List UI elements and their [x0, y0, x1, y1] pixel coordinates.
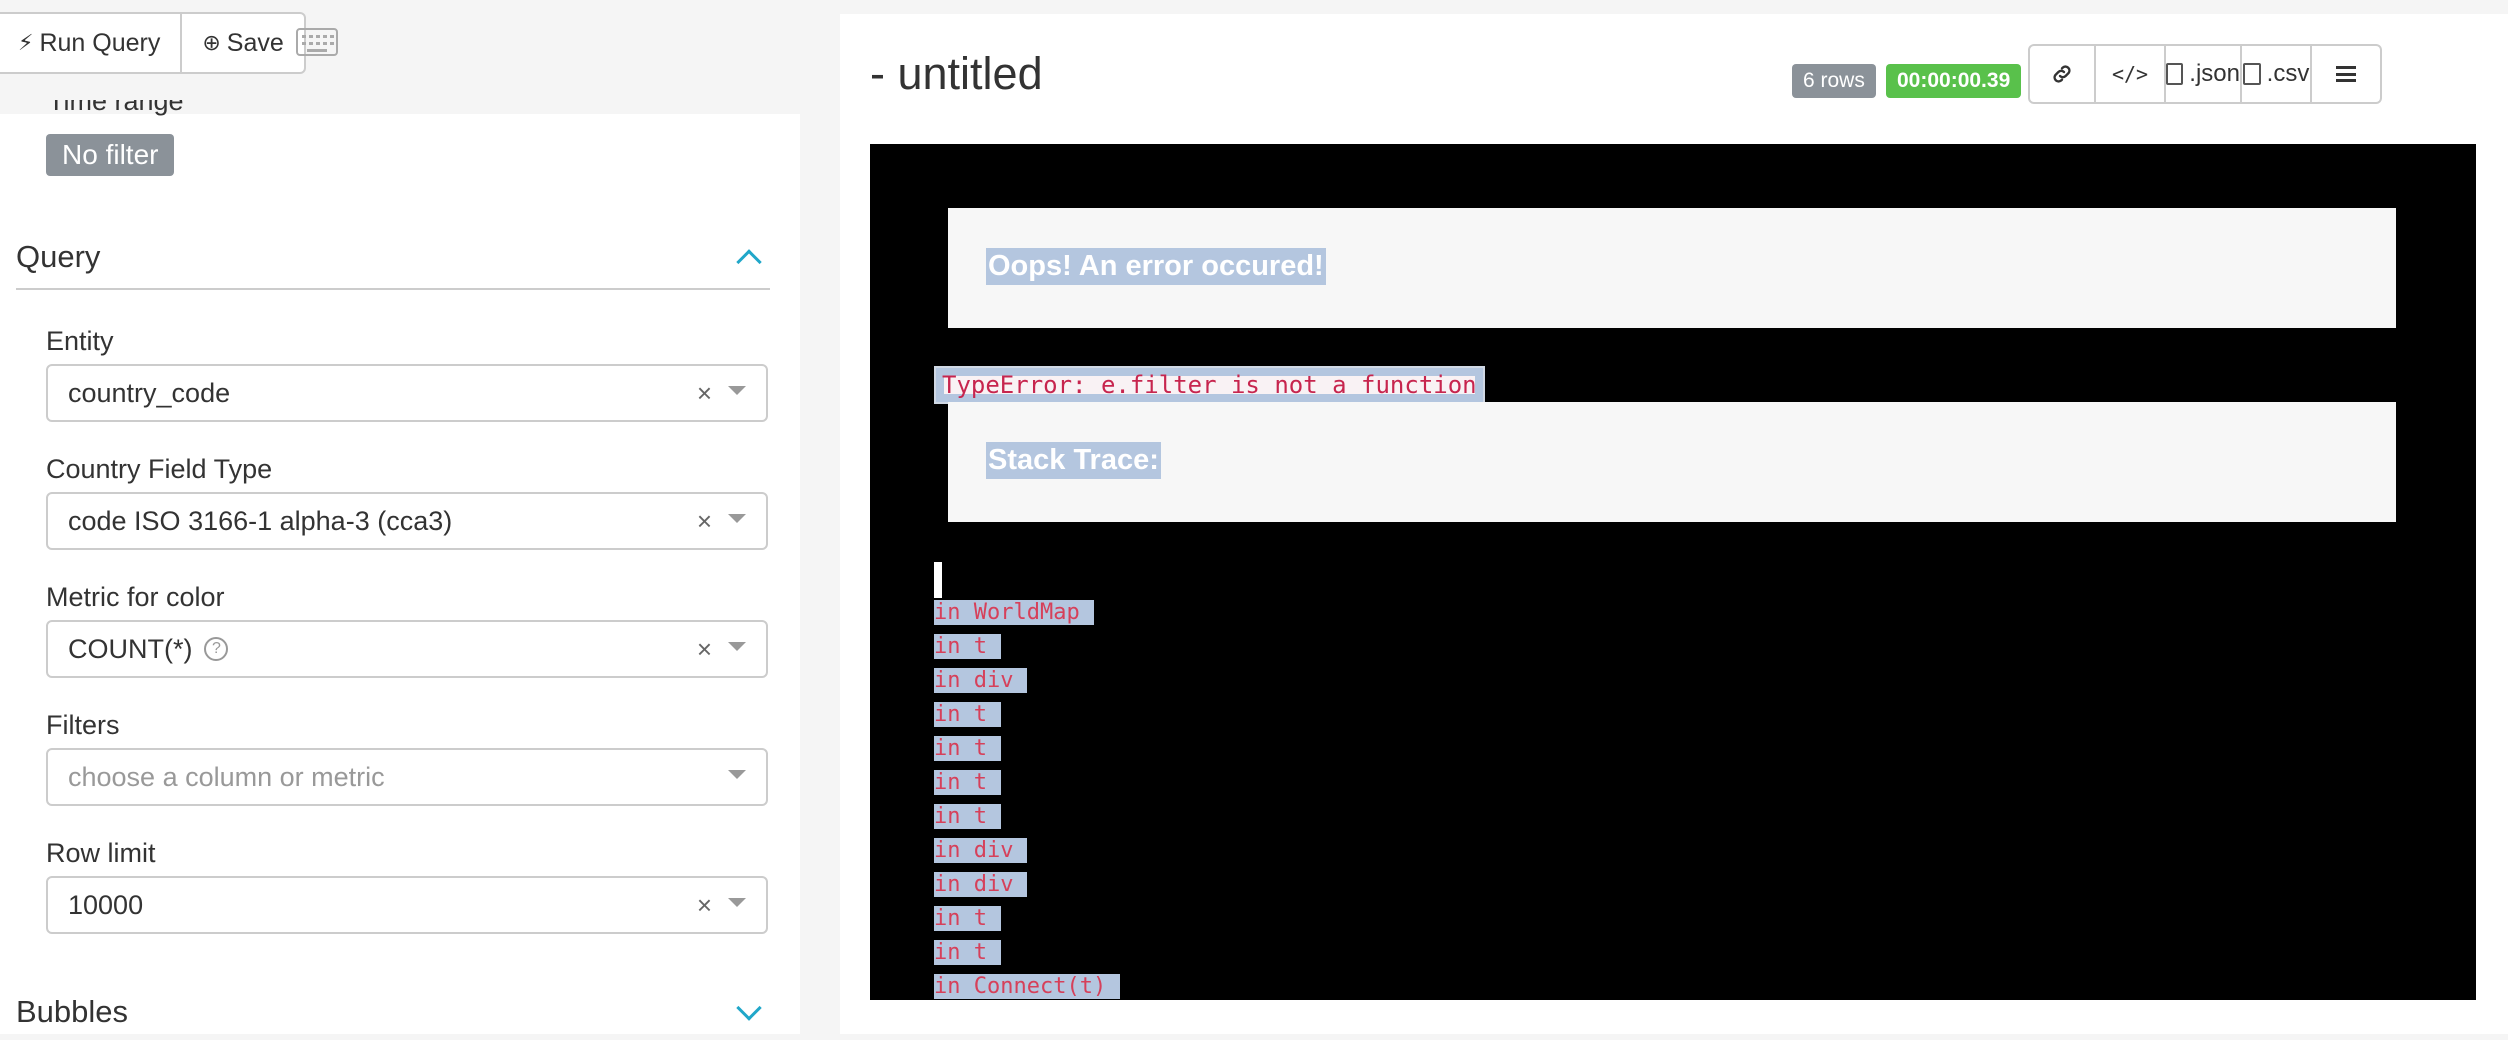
- row-count-badge: 6 rows: [1792, 64, 1876, 98]
- save-label: Save: [226, 28, 284, 57]
- chart-title[interactable]: - untitled: [870, 48, 1043, 100]
- stack-line: in div: [934, 868, 1120, 902]
- keyboard-icon[interactable]: [296, 28, 338, 56]
- time-range-filter-badge[interactable]: No filter: [46, 134, 175, 176]
- file-code-icon: [2166, 63, 2184, 85]
- toolbar-button-group: ⚡︎ Run Query ⊕ Save: [0, 12, 306, 74]
- query-section-header[interactable]: Query: [16, 226, 770, 290]
- metric-label: Metric for color: [46, 582, 225, 612]
- query-toolbar: ⚡︎ Run Query ⊕ Save: [0, 0, 800, 114]
- more-menu-button[interactable]: [2312, 44, 2382, 104]
- clear-icon[interactable]: ×: [697, 890, 712, 921]
- chevron-down-icon[interactable]: [728, 897, 746, 907]
- chevron-down-icon[interactable]: [728, 641, 746, 651]
- query-section-title: Query: [16, 239, 101, 274]
- save-button[interactable]: ⊕ Save: [182, 12, 306, 74]
- country-field-type-value: code ISO 3166-1 alpha-3 (cca3): [68, 505, 453, 536]
- chevron-down-icon[interactable]: [728, 385, 746, 395]
- chart-actions: </> .json .csv: [2028, 44, 2382, 104]
- entity-label: Entity: [46, 326, 114, 356]
- chevron-down-icon[interactable]: [736, 995, 762, 1021]
- stack-line: in t: [934, 698, 1120, 732]
- clear-icon[interactable]: ×: [697, 506, 712, 537]
- export-json-button[interactable]: .json: [2166, 44, 2242, 104]
- plus-circle-icon: ⊕: [202, 30, 221, 55]
- query-timer-badge: 00:00:00.39: [1886, 64, 2022, 98]
- stack-line: in t: [934, 936, 1120, 970]
- country-field-type-select[interactable]: code ISO 3166-1 alpha-3 (cca3) ×: [46, 492, 768, 550]
- error-heading-box: Oops! An error occured!: [948, 208, 2396, 328]
- link-button[interactable]: [2028, 44, 2096, 104]
- link-icon: [2053, 65, 2071, 83]
- run-query-label: Run Query: [39, 28, 161, 57]
- stack-line: in t: [934, 902, 1120, 936]
- stack-line: in WorldMap: [934, 596, 1120, 630]
- csv-label: .csv: [2266, 60, 2310, 87]
- error-message: TypeError: e.filter is not a function: [934, 366, 1485, 404]
- chevron-up-icon[interactable]: [736, 249, 762, 275]
- entity-select[interactable]: country_code ×: [46, 364, 768, 422]
- row-limit-select[interactable]: 10000 ×: [46, 876, 768, 934]
- row-limit-label: Row limit: [46, 838, 156, 868]
- clear-icon[interactable]: ×: [697, 378, 712, 409]
- filters-select[interactable]: choose a column or metric: [46, 748, 768, 806]
- code-icon: </>: [2111, 62, 2149, 86]
- bubbles-section-title: Bubbles: [16, 994, 129, 1029]
- stack-line: in Connect(t): [934, 970, 1121, 1000]
- text-cursor: [934, 562, 942, 598]
- hamburger-icon: [2336, 66, 2356, 82]
- stack-line: in t: [934, 732, 1120, 766]
- time-range-label: Time range: [48, 100, 184, 116]
- metric-value: COUNT(*): [68, 633, 193, 664]
- metric-select[interactable]: COUNT(*) ? ×: [46, 620, 768, 678]
- entity-value: country_code: [68, 377, 231, 408]
- run-query-button[interactable]: ⚡︎ Run Query: [0, 12, 183, 74]
- chevron-down-icon[interactable]: [728, 769, 746, 779]
- stack-line: in div: [934, 664, 1120, 698]
- stack-line: in div: [934, 834, 1120, 868]
- country-field-type-label: Country Field Type: [46, 454, 273, 484]
- chart-panel: - untitled 6 rows 00:00:00.39 </> .json …: [840, 14, 2508, 1034]
- stack-line: in t: [934, 630, 1120, 664]
- clear-icon[interactable]: ×: [697, 634, 712, 665]
- error-heading: Oops! An error occured!: [986, 248, 1326, 285]
- export-csv-button[interactable]: .csv: [2242, 44, 2312, 104]
- stack-trace-heading-box: Stack Trace:: [948, 402, 2396, 522]
- question-circle-icon[interactable]: ?: [204, 637, 229, 661]
- file-text-icon: [2242, 63, 2261, 85]
- row-limit-value: 10000: [68, 889, 144, 920]
- filters-placeholder: choose a column or metric: [68, 761, 385, 792]
- metric-value-wrap: COUNT(*) ?: [68, 634, 697, 665]
- error-display: Oops! An error occured! TypeError: e.fil…: [870, 144, 2476, 1000]
- bubbles-section-header[interactable]: Bubbles: [16, 984, 770, 1040]
- stack-trace: in WorldMap in t in div in t in t in t i…: [934, 596, 1121, 1000]
- chevron-down-icon[interactable]: [728, 513, 746, 523]
- stack-line: in t: [934, 800, 1120, 834]
- json-label: .json: [2189, 60, 2240, 87]
- filters-label: Filters: [46, 710, 120, 740]
- control-panel: ⚡︎ Run Query ⊕ Save Time range No filter…: [0, 0, 800, 1034]
- stack-line: in t: [934, 766, 1120, 800]
- stack-trace-heading: Stack Trace:: [986, 442, 1161, 479]
- embed-code-button[interactable]: </>: [2096, 44, 2166, 104]
- bolt-icon: ⚡︎: [18, 30, 34, 55]
